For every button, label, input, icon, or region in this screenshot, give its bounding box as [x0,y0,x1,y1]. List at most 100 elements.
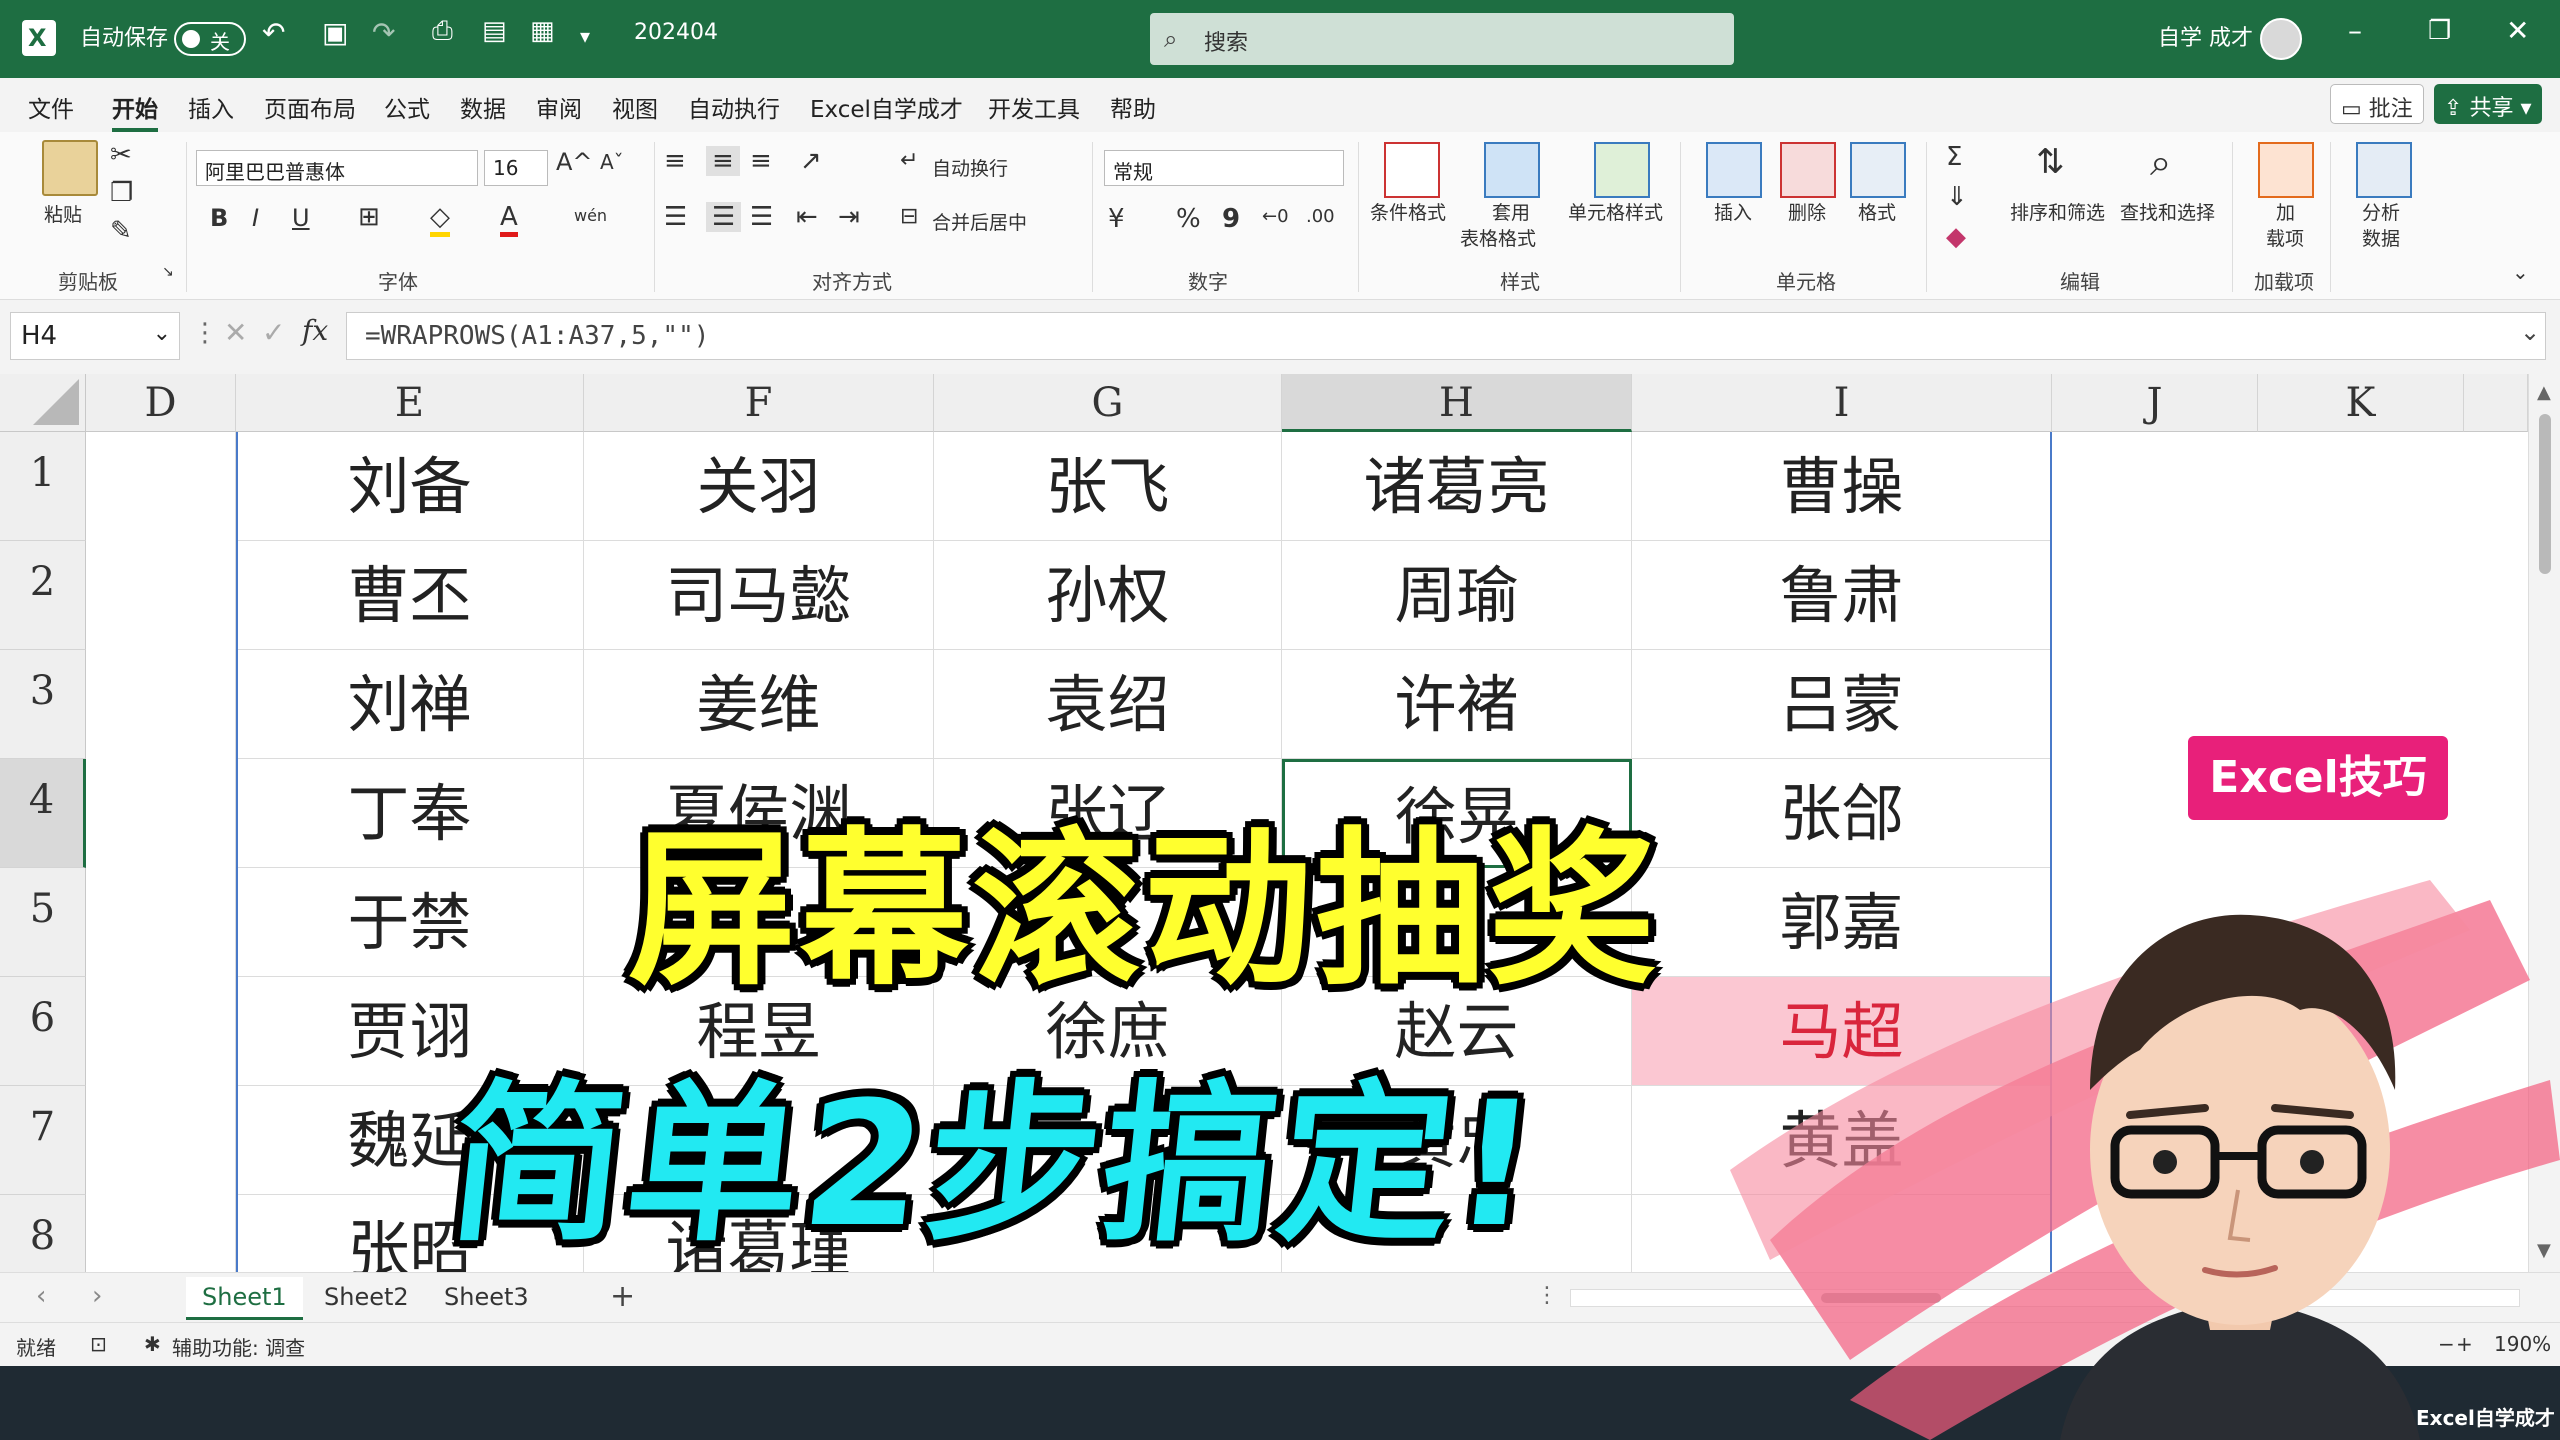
customize-qat-icon[interactable]: ▾ [580,24,590,48]
conditional-formatting-button[interactable]: 条件格式 [1370,198,1446,225]
macro-record-icon[interactable]: ⊡ [90,1332,107,1356]
user-name[interactable]: 自学 成才 [2158,20,2253,52]
font-name-select[interactable]: 阿里巴巴普惠体 [196,150,478,186]
increase-indent-icon[interactable]: ⇥ [838,202,860,232]
cell-styles-icon[interactable] [1594,142,1650,198]
conditional-formatting-icon[interactable] [1384,142,1440,198]
increase-font-icon[interactable]: A^ [556,148,593,176]
export-icon[interactable]: ▤ [482,16,507,46]
format-cells-button[interactable]: 格式 [1858,198,1896,225]
cut-icon[interactable]: ✂ [110,140,132,170]
dialog-launcher-icon[interactable]: ↘ [162,264,174,280]
share-button[interactable]: ⇪ 共享 ▾ [2434,84,2542,124]
accessibility-icon[interactable]: ✱ [144,1332,161,1356]
tab-home[interactable]: 开始 [112,90,158,132]
row-header-8[interactable]: 8 [0,1195,86,1272]
cell-g1[interactable]: 张飞 [934,432,1282,541]
delete-cells-button[interactable]: 删除 [1788,198,1826,225]
format-cells-icon[interactable] [1850,142,1906,198]
formula-input[interactable]: =WRAPROWS(A1:A37,5,"") [346,312,2546,360]
enter-icon[interactable]: ✓ [262,316,285,349]
find-select-button[interactable]: 查找和选择 [2120,198,2215,225]
cell-i1[interactable]: 曹操 [1632,432,2052,541]
cell-i2[interactable]: 鲁肃 [1632,541,2052,650]
sort-filter-icon[interactable]: ⇅ [2036,142,2065,182]
borders-icon[interactable]: ⊞ [358,202,380,232]
sort-filter-button[interactable]: 排序和筛选 [2010,198,2105,225]
column-header-i[interactable]: I [1632,374,2052,432]
analyze-data-label-2[interactable]: 数据 [2362,224,2400,251]
add-ins-label-2[interactable]: 载项 [2266,224,2304,251]
sheet-tab-1[interactable]: Sheet1 [186,1277,303,1320]
row-header-2[interactable]: 2 [0,541,86,650]
select-all-corner[interactable] [0,374,86,432]
minimize-icon[interactable]: – [2348,14,2362,47]
tab-automate[interactable]: 自动执行 [688,90,780,124]
cell-e3[interactable]: 刘禅 [236,650,584,759]
format-as-table-icon[interactable] [1484,142,1540,198]
column-d-cells[interactable] [86,432,236,1272]
font-size-select[interactable]: 16 [484,150,548,186]
align-center-icon[interactable]: ☰ [706,202,742,232]
avatar[interactable] [2260,18,2302,60]
close-icon[interactable]: ✕ [2506,14,2529,47]
decrease-decimal-icon[interactable]: .00 [1306,206,1335,227]
orientation-icon[interactable]: ↗ [800,146,822,176]
delete-cells-icon[interactable] [1780,142,1836,198]
italic-button[interactable]: I [252,204,259,232]
print-icon[interactable]: ⎙ [432,16,453,47]
more-icon[interactable]: ⋮ [1536,1283,1558,1308]
format-as-table-label-1[interactable]: 套用 [1492,198,1530,225]
cell-i3[interactable]: 吕蒙 [1632,650,2052,759]
align-right-icon[interactable]: ☰ [750,202,773,232]
copy-icon[interactable]: ❐ [110,178,133,208]
cell-e2[interactable]: 曹丕 [236,541,584,650]
cell-h1[interactable]: 诸葛亮 [1282,432,1632,541]
row-header-4[interactable]: 4 [0,759,86,868]
row-header-1[interactable]: 1 [0,432,86,541]
tab-review[interactable]: 审阅 [536,90,582,124]
paste-icon[interactable] [42,140,98,196]
number-format-select[interactable]: 常规 [1104,150,1344,186]
fill-icon[interactable]: ⇓ [1946,182,1968,212]
search-input[interactable]: ⌕ 搜索 [1150,13,1734,65]
save-icon[interactable]: ▣ [322,16,348,49]
analyze-data-label-1[interactable]: 分析 [2362,198,2400,225]
accessibility-status[interactable]: 辅助功能: 调查 [172,1332,305,1361]
merge-center-button[interactable]: 合并后居中 [932,208,1027,235]
tab-help[interactable]: 帮助 [1110,90,1156,124]
cell-e1[interactable]: 刘备 [236,432,584,541]
column-header-k[interactable]: K [2258,374,2464,432]
comments-button[interactable]: ▭ 批注 [2330,84,2424,124]
tab-page-layout[interactable]: 页面布局 [264,90,356,124]
cancel-icon[interactable]: ✕ [224,316,247,349]
restore-icon[interactable]: ❐ [2428,16,2451,46]
add-ins-label-1[interactable]: 加 [2276,198,2295,225]
wrap-text-button[interactable]: 自动换行 [932,154,1008,181]
tab-excel-self-study[interactable]: Excel自学成才 [810,90,963,124]
form-icon[interactable]: ▦ [530,16,555,46]
sheet-tab-2[interactable]: Sheet2 [308,1277,425,1317]
tab-view[interactable]: 视图 [612,90,658,124]
cell-f2[interactable]: 司马懿 [584,541,934,650]
cell-h3[interactable]: 许褚 [1282,650,1632,759]
wrap-text-icon[interactable]: ↵ [900,148,918,173]
align-left-icon[interactable]: ☰ [664,202,687,232]
fill-color-icon[interactable]: ◇ [430,202,450,237]
scroll-thumb[interactable] [2539,414,2551,574]
tab-formulas[interactable]: 公式 [384,90,430,124]
format-as-table-label-2[interactable]: 表格格式 [1460,224,1536,251]
column-header-g[interactable]: G [934,374,1282,432]
tab-file[interactable]: 文件 [28,90,74,124]
more-icon[interactable]: ⋮ [192,318,218,348]
phonetic-icon[interactable]: wén [574,206,607,225]
collapse-ribbon-icon[interactable]: ⌄ [2512,260,2529,284]
percent-button[interactable]: % [1176,204,1201,234]
cell-g2[interactable]: 孙权 [934,541,1282,650]
insert-cells-icon[interactable] [1706,142,1762,198]
cell-g3[interactable]: 袁绍 [934,650,1282,759]
cell-h2[interactable]: 周瑜 [1282,541,1632,650]
chevron-left-icon[interactable]: ‹ [36,1281,46,1311]
row-header-5[interactable]: 5 [0,868,86,977]
align-middle-icon[interactable]: ≡ [706,146,740,176]
